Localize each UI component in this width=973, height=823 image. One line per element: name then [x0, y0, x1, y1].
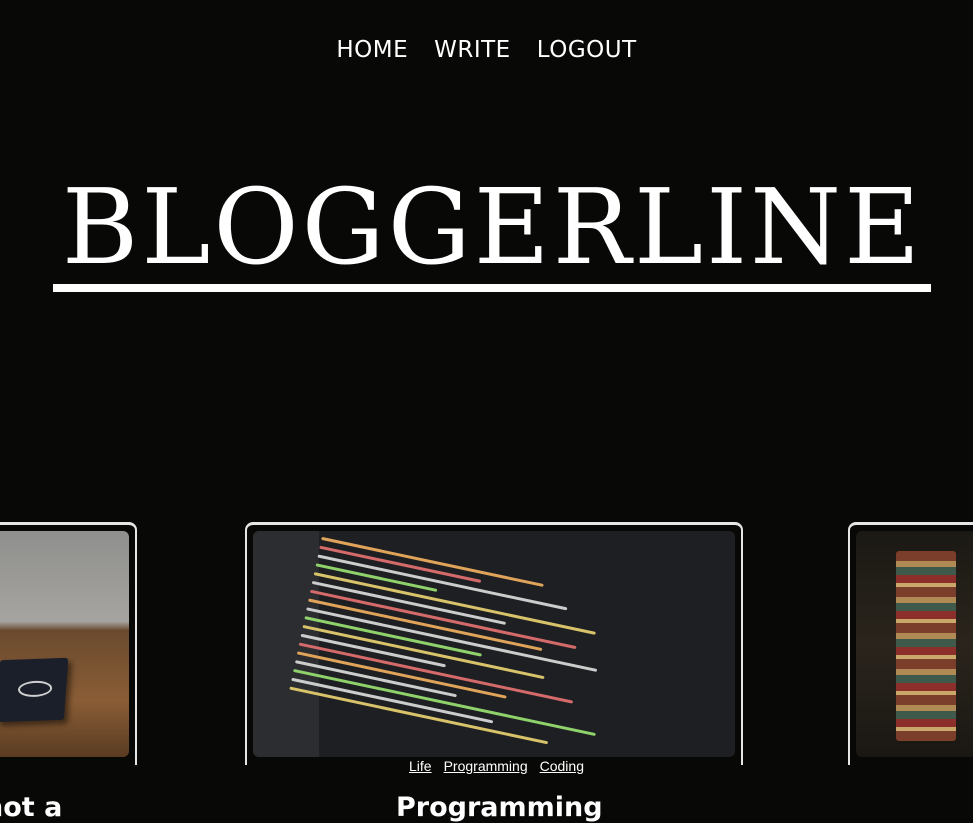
code-lines [276, 531, 726, 757]
post-card-programming[interactable] [245, 522, 743, 765]
category-link-life[interactable]: Life [409, 758, 432, 774]
post-card-left[interactable] [0, 522, 137, 765]
site-title-underline [53, 284, 931, 292]
book-stack-object [896, 551, 956, 741]
post-categories: Life Programming Coding [0, 758, 973, 774]
planet-ring-graphic [17, 680, 53, 698]
book-stack-image[interactable] [856, 531, 973, 757]
post-title-programming[interactable]: Programming [396, 792, 603, 823]
notebook-on-desk-image[interactable] [0, 531, 129, 757]
post-title-left[interactable]: not a [0, 792, 62, 823]
nav-logout-link[interactable]: LOGOUT [537, 36, 637, 64]
nav-home-link[interactable]: HOME [336, 36, 408, 64]
category-link-coding[interactable]: Coding [540, 758, 584, 774]
notebook-object [0, 657, 69, 723]
site-title: BLOGGERLINE [61, 166, 924, 288]
code-editor-image[interactable] [253, 531, 735, 757]
top-nav: HOME WRITE LOGOUT [0, 36, 973, 64]
nav-write-link[interactable]: WRITE [434, 36, 511, 64]
category-link-programming[interactable]: Programming [444, 758, 528, 774]
post-card-right[interactable] [848, 522, 973, 765]
